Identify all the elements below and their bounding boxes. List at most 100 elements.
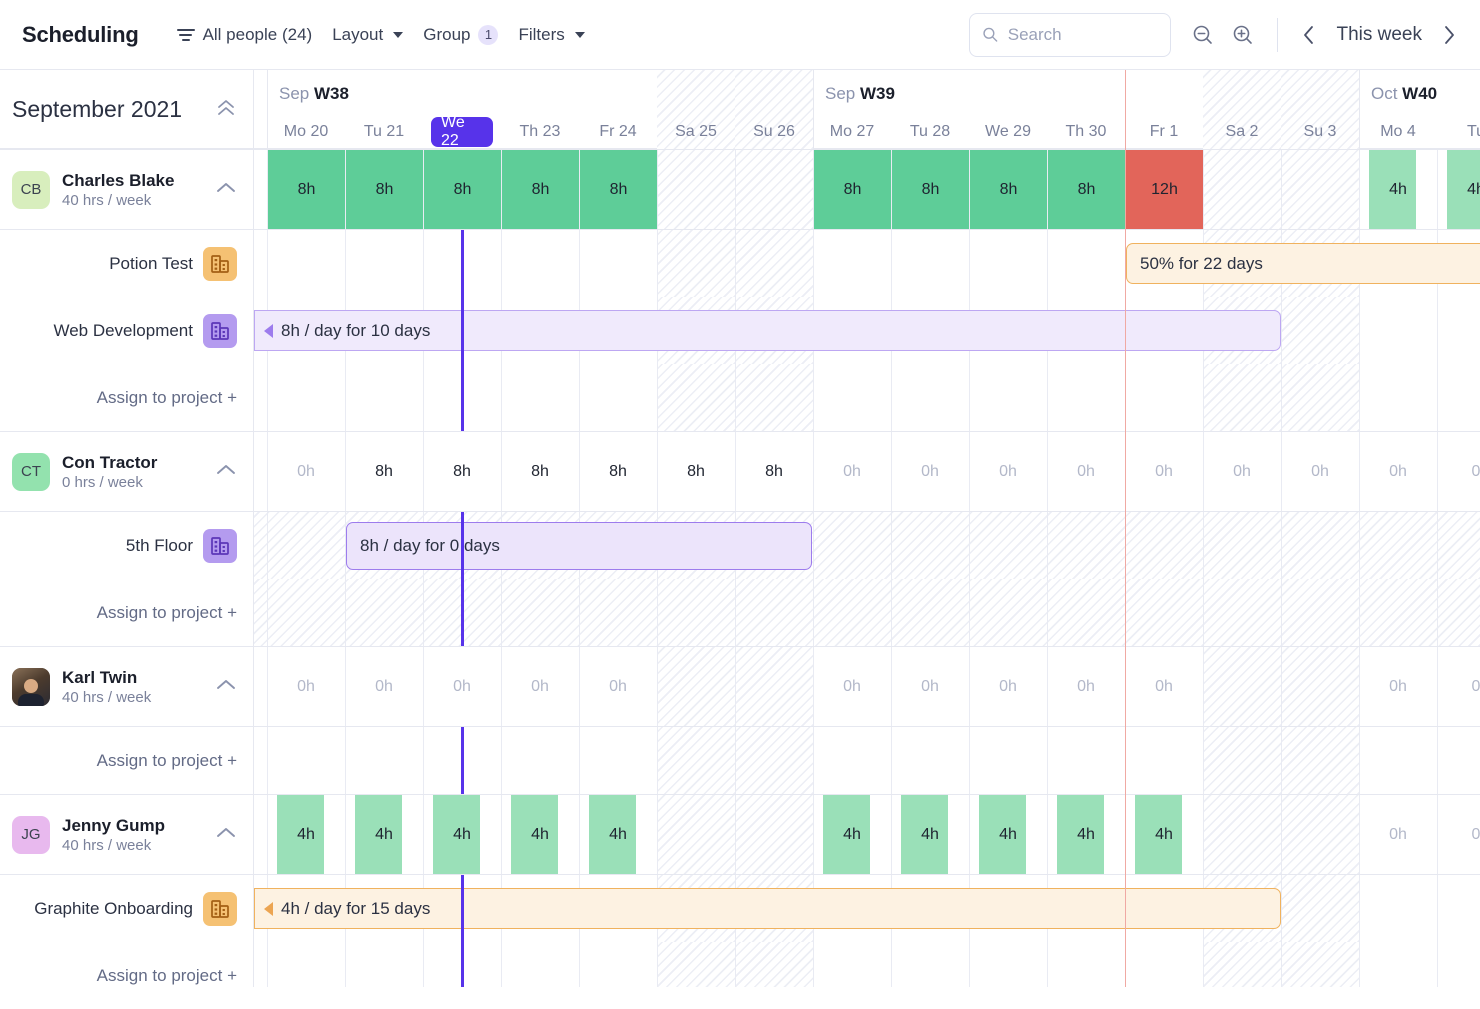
filter-lines-icon [177,28,195,42]
allocation-bar[interactable]: 4h / day for 15 days [254,888,1281,929]
nonworking-band [254,579,1480,646]
week-label: Oct W40 [1371,84,1437,104]
column-gridline [1203,795,1204,874]
current-range-label[interactable]: This week [1326,24,1432,46]
assign-to-project-link[interactable]: Assign to project + [97,388,237,408]
day-header-15[interactable]: Tu [1437,117,1480,147]
bar-continues-left-icon [264,902,273,916]
capacity-bar[interactable]: 8h [268,150,345,229]
column-gridline [657,647,658,726]
day-header-6[interactable]: Su 26 [735,117,813,147]
column-gridline [345,727,346,794]
all-people-filter-button[interactable]: All people (24) [167,19,323,51]
person-row-charles-blake[interactable]: CB Charles Blake40 hrs / week [0,149,253,230]
assign-to-project-row[interactable]: Assign to project + [0,364,253,431]
chevron-up-icon [215,463,237,477]
column-gridline [1047,364,1048,431]
day-header-7[interactable]: Mo 27 [813,117,891,147]
search-input[interactable] [1008,25,1159,45]
column-gridline [657,579,658,646]
column-gridline [1281,150,1282,229]
allocation-bar[interactable]: 50% for 22 days [1126,243,1480,284]
person-meta: Charles Blake40 hrs / week [62,170,199,208]
day-header-9[interactable]: We 29 [969,117,1047,147]
day-header-1[interactable]: Tu 21 [345,117,423,147]
collapse-person-button[interactable] [211,825,237,845]
capacity-bar[interactable]: 8h [892,150,969,229]
group-dropdown[interactable]: Group 1 [413,19,508,51]
person-row-karl-twin[interactable]: Karl Twin40 hrs / week [0,646,253,727]
column-gridline [579,230,580,297]
column-gridline [501,432,502,511]
layout-dropdown[interactable]: Layout [322,19,413,51]
column-gridline [1281,297,1282,364]
assign-to-project-row[interactable]: Assign to project + [0,727,253,794]
capacity-bar[interactable]: 8h [502,150,579,229]
weekend-cell [735,727,813,794]
capacity-bar[interactable]: 8h [1048,150,1125,229]
column-gridline [813,942,814,987]
assign-to-project-link[interactable]: Assign to project + [97,603,237,623]
assign-to-project-link[interactable]: Assign to project + [97,966,237,986]
column-gridline [735,795,736,874]
capacity-cell: 0h [345,647,423,726]
assign-to-project-link[interactable]: Assign to project + [97,751,237,771]
capacity-bar[interactable]: 12h [1126,150,1203,229]
column-gridline [891,727,892,794]
day-header-14[interactable]: Mo 4 [1359,117,1437,147]
collapse-person-button[interactable] [211,677,237,697]
avatar: CB [12,171,50,209]
person-row-con-tractor[interactable]: CTCon Tractor0 hrs / week [0,431,253,512]
chevron-right-icon [1443,25,1455,45]
today-marker-line [461,875,464,987]
capacity-bar[interactable]: 8h [346,150,423,229]
zoom-out-button[interactable] [1183,15,1223,55]
timeline-panel[interactable]: Sep W38Sep W39Oct W40Mo 20Tu 21We 22Th 2… [254,70,1480,987]
allocation-bar[interactable]: 8h / day for 10 days [254,310,1281,351]
capacity-bar[interactable]: 8h [424,150,501,229]
person-timeline-row-con-tractor: 0h8h8h8h8h8h8h0h0h0h0h0h0h0h0h0 [254,431,1480,512]
column-gridline [1437,432,1438,511]
person-capacity: 40 hrs / week [62,192,199,209]
allocation-bar[interactable]: 8h / day for 0 days [346,522,812,570]
capacity-bar[interactable]: 8h [814,150,891,229]
column-gridline [1203,364,1204,431]
project-row-5th-floor[interactable]: 5th Floor [0,512,253,579]
collapse-person-button[interactable] [211,180,237,200]
assign-to-project-row[interactable]: Assign to project + [0,579,253,646]
column-gridline [1281,579,1282,646]
project-row-graphite-onboarding[interactable]: Graphite Onboarding [0,875,253,942]
day-header-10[interactable]: Th 30 [1047,117,1125,147]
assign-to-project-row[interactable]: Assign to project + [0,942,253,1009]
collapse-person-button[interactable] [211,462,237,482]
capacity-cell: 0h [423,647,501,726]
capacity-bar[interactable]: 8h [580,150,657,229]
project-row-potion-test[interactable]: Potion Test [0,230,253,297]
capacity-cell: 8h [423,432,501,511]
day-header-2[interactable]: We 22 [431,117,493,147]
column-gridline [579,727,580,794]
column-gridline [1359,364,1360,431]
project-row-web-development[interactable]: Web Development [0,297,253,364]
previous-period-button[interactable] [1292,15,1326,55]
weekend-cell [1281,795,1359,874]
column-gridline [1437,579,1438,646]
day-header-0[interactable]: Mo 20 [267,117,345,147]
day-header-4[interactable]: Fr 24 [579,117,657,147]
next-period-button[interactable] [1432,15,1466,55]
day-header-13[interactable]: Su 3 [1281,117,1359,147]
filters-dropdown[interactable]: Filters [508,19,594,51]
capacity-bar[interactable]: 8h [970,150,1047,229]
day-header-11[interactable]: Fr 1 [1125,117,1203,147]
zoom-in-button[interactable] [1223,15,1263,55]
capacity-cell: 0h [1125,432,1203,511]
day-header-8[interactable]: Tu 28 [891,117,969,147]
day-header-12[interactable]: Sa 2 [1203,117,1281,147]
day-header-5[interactable]: Sa 25 [657,117,735,147]
person-row-jenny-gump[interactable]: JGJenny Gump40 hrs / week [0,794,253,875]
search-box[interactable] [969,13,1171,57]
column-gridline [969,432,970,511]
day-header-3[interactable]: Th 23 [501,117,579,147]
collapse-all-icon[interactable] [215,99,237,120]
toolbar-divider [1277,18,1278,52]
